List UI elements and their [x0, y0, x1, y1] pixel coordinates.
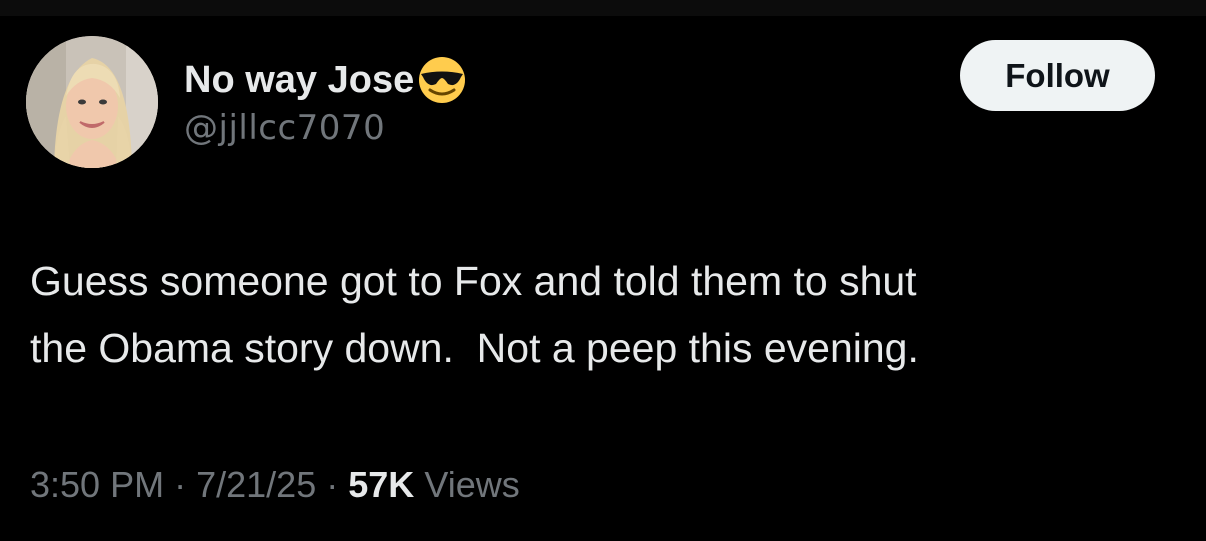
top-bar: [0, 0, 1206, 16]
author-handle[interactable]: @jjllcc7070: [184, 108, 385, 148]
tweet-text: Guess someone got to Fox and told them t…: [30, 258, 919, 371]
meta-separator: ·: [174, 464, 187, 505]
display-name-text: No way Jose: [184, 58, 415, 101]
views-count: 57K: [348, 464, 415, 505]
author-display-name[interactable]: No way Jose: [184, 54, 468, 106]
views-label: Views: [424, 464, 520, 505]
follow-button[interactable]: Follow: [960, 40, 1155, 111]
avatar-image: [26, 36, 158, 168]
tweet-time[interactable]: 3:50 PM: [30, 464, 164, 505]
tweet-card: No way Jose @jjllcc7070 Follow Guess som…: [0, 16, 1206, 541]
tweet-meta: 3:50 PM · 7/21/25 · 57K Views: [30, 464, 520, 506]
avatar[interactable]: [26, 36, 158, 168]
tweet-date[interactable]: 7/21/25: [196, 464, 316, 505]
sunglasses-emoji-icon: [416, 54, 468, 106]
meta-separator: ·: [326, 464, 339, 505]
